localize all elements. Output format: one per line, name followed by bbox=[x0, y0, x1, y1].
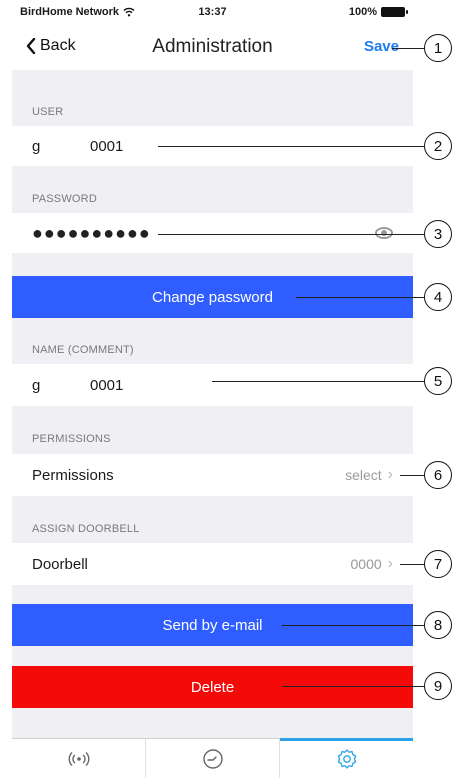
permissions-value: select bbox=[345, 467, 382, 483]
callout-line bbox=[400, 564, 424, 565]
battery-status: 100% bbox=[348, 6, 408, 18]
password-section-label: PASSWORD bbox=[32, 193, 97, 205]
broadcast-icon bbox=[68, 751, 89, 766]
doorbell-label: Doorbell bbox=[32, 555, 88, 573]
callout-line bbox=[212, 381, 424, 382]
callout-line bbox=[392, 48, 424, 49]
callout-marker: 4 bbox=[424, 283, 452, 311]
name-section-label: NAME (COMMENT) bbox=[32, 344, 134, 356]
save-button[interactable]: Save bbox=[364, 38, 399, 55]
name-value: 0001 bbox=[90, 376, 124, 394]
name-prefix: g bbox=[32, 376, 41, 394]
callout-marker: 8 bbox=[424, 611, 452, 639]
chevron-right-icon: › bbox=[387, 466, 393, 483]
tab-settings[interactable] bbox=[280, 738, 413, 778]
eye-icon[interactable] bbox=[375, 227, 393, 239]
callout-line bbox=[158, 146, 424, 147]
callout-marker: 3 bbox=[424, 220, 452, 248]
tab-bar bbox=[12, 738, 413, 778]
battery-percent: 100% bbox=[348, 6, 377, 18]
page-title: Administration bbox=[152, 36, 273, 57]
user-value: 0001 bbox=[90, 137, 124, 155]
callout-line bbox=[296, 297, 424, 298]
delete-button[interactable]: Delete bbox=[12, 666, 413, 708]
tab-history[interactable] bbox=[146, 739, 280, 778]
tab-broadcast[interactable] bbox=[12, 739, 146, 778]
callout-marker: 2 bbox=[424, 132, 452, 160]
chevron-right-icon: › bbox=[387, 555, 393, 572]
password-field[interactable]: ●●●●●●●●●● bbox=[12, 213, 413, 253]
callout-marker: 9 bbox=[424, 672, 452, 700]
permissions-label: Permissions bbox=[32, 466, 114, 484]
navigation-bar: Back Administration Save bbox=[12, 24, 413, 70]
phone-screen: BirdHome Network 13:37 100% Back Adminis… bbox=[12, 0, 413, 778]
callout-line bbox=[282, 625, 424, 626]
battery-icon bbox=[381, 7, 408, 17]
permissions-section-label: PERMISSIONS bbox=[32, 433, 111, 445]
doorbell-value: 0000 bbox=[350, 556, 382, 572]
clock-icon bbox=[202, 748, 223, 769]
callout-marker: 1 bbox=[424, 34, 452, 62]
callout-marker: 6 bbox=[424, 461, 452, 489]
callout-marker: 7 bbox=[424, 550, 452, 578]
doorbell-row[interactable]: Doorbell 0000 › bbox=[12, 543, 413, 585]
user-prefix: g bbox=[32, 137, 41, 155]
doorbell-section-label: ASSIGN DOORBELL bbox=[32, 523, 140, 535]
callout-marker: 5 bbox=[424, 367, 452, 395]
user-section-label: USER bbox=[32, 106, 64, 118]
password-masked-value: ●●●●●●●●●● bbox=[32, 222, 151, 243]
gear-icon bbox=[337, 748, 356, 769]
callout-line bbox=[400, 475, 424, 476]
permissions-row[interactable]: Permissions select › bbox=[12, 454, 413, 496]
status-bar: BirdHome Network 13:37 100% bbox=[12, 0, 413, 24]
name-field[interactable]: g 0001 bbox=[12, 364, 413, 406]
callout-line bbox=[282, 686, 424, 687]
callout-line bbox=[158, 234, 424, 235]
